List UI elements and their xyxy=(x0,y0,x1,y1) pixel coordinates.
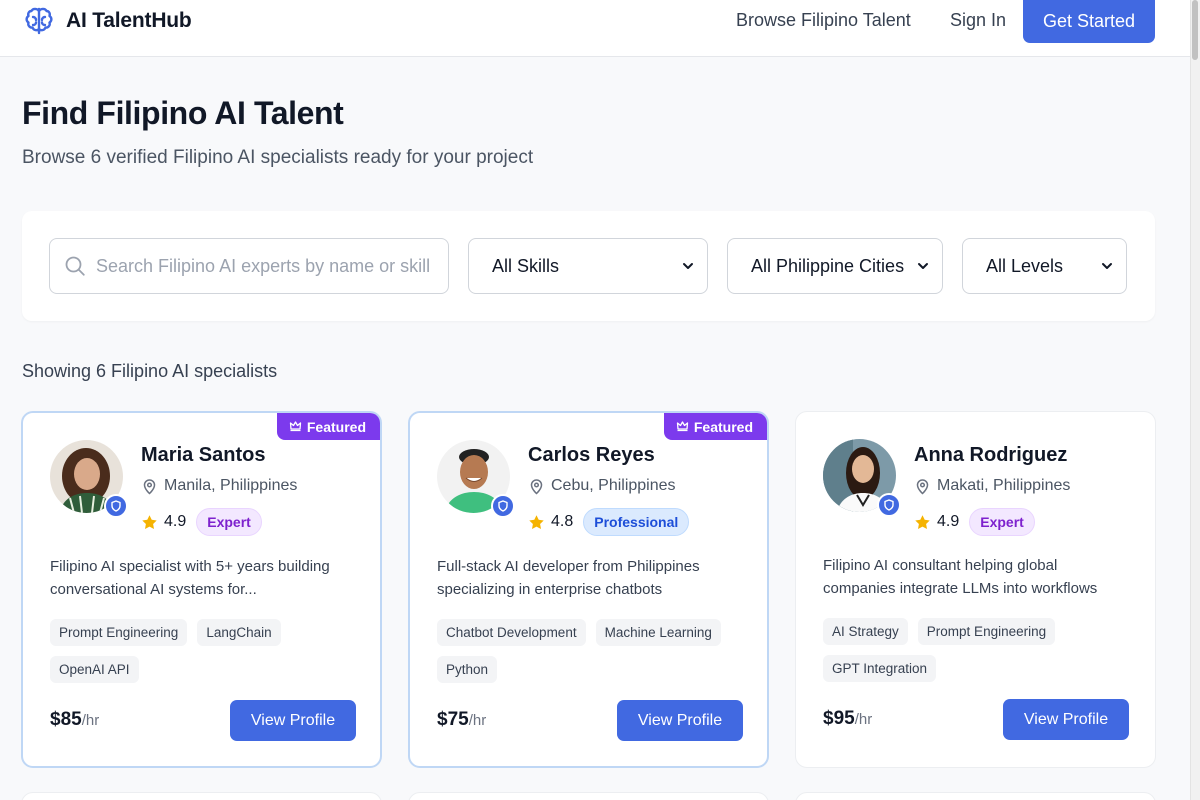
star-icon xyxy=(142,514,157,529)
hourly-rate: $75/hr xyxy=(437,709,486,731)
page-scrollbar[interactable] xyxy=(1190,0,1200,800)
chevron-down-icon xyxy=(918,263,928,269)
talent-rating: 4.9 Expert xyxy=(141,508,262,536)
star-icon xyxy=(529,514,544,529)
view-profile-button[interactable]: View Profile xyxy=(230,700,356,741)
price-value: $75 xyxy=(437,709,469,730)
map-pin-icon xyxy=(916,478,929,495)
skill-tag: LangChain xyxy=(197,619,281,646)
skill-tag: Machine Learning xyxy=(595,619,721,646)
price-unit: /hr xyxy=(81,712,100,729)
avatar xyxy=(437,440,515,518)
hourly-rate: $85/hr xyxy=(50,709,99,731)
price-unit: /hr xyxy=(468,712,487,729)
level-badge: Professional xyxy=(583,508,690,536)
cities-select-value: All Philippine Cities xyxy=(751,255,905,276)
rating-value: 4.9 xyxy=(937,513,960,530)
skill-tags: Prompt Engineering LangChain OpenAI API xyxy=(50,619,360,683)
page-title: Find Filipino AI Talent xyxy=(22,95,344,131)
talent-description: Full-stack AI developer from Philippines… xyxy=(437,558,700,598)
skill-tag: Python xyxy=(437,656,498,683)
skills-select-value: All Skills xyxy=(492,255,560,276)
search-box[interactable] xyxy=(49,238,449,294)
brand-logo[interactable]: AI TalentHub xyxy=(22,2,192,40)
brain-icon xyxy=(25,7,53,35)
talent-card-partial[interactable] xyxy=(21,792,382,800)
location-text: Makati, Philippines xyxy=(937,477,1071,494)
rating-value: 4.9 xyxy=(164,513,187,530)
skill-tags: Chatbot Development Machine Learning Pyt… xyxy=(437,619,747,683)
talent-name: Maria Santos xyxy=(141,444,266,466)
levels-select[interactable]: All Levels xyxy=(962,238,1127,294)
featured-label: Featured xyxy=(693,418,753,435)
talent-location: Cebu, Philippines xyxy=(528,477,676,495)
price-value: $95 xyxy=(823,708,855,729)
verified-badge xyxy=(104,494,128,518)
results-count: Showing 6 Filipino AI specialists xyxy=(22,361,278,381)
featured-label: Featured xyxy=(306,418,366,435)
rating-value: 4.8 xyxy=(551,513,574,530)
nav-sign-in-link[interactable]: Sign In xyxy=(950,10,1006,31)
search-icon xyxy=(65,256,85,276)
level-badge: Expert xyxy=(196,508,262,536)
levels-select-value: All Levels xyxy=(986,255,1064,276)
talent-card[interactable]: Featured Carlos Reyes Cebu, Philippines … xyxy=(408,411,769,768)
talent-location: Makati, Philippines xyxy=(914,477,1070,495)
location-text: Manila, Philippines xyxy=(164,477,298,494)
skill-tag: Prompt Engineering xyxy=(50,619,188,646)
talent-card-partial[interactable] xyxy=(408,792,769,800)
get-started-button[interactable]: Get Started xyxy=(1023,0,1155,43)
price-value: $85 xyxy=(50,709,82,730)
scrollbar-thumb[interactable] xyxy=(1192,0,1198,60)
skill-tag: OpenAI API xyxy=(50,656,139,683)
shield-icon xyxy=(111,500,121,512)
shield-icon xyxy=(884,499,894,511)
talent-description: Filipino AI specialist with 5+ years bui… xyxy=(50,558,330,598)
view-profile-button[interactable]: View Profile xyxy=(617,700,743,741)
avatar xyxy=(50,440,128,518)
skills-select[interactable]: All Skills xyxy=(468,238,708,294)
crown-icon xyxy=(676,421,689,432)
avatar xyxy=(823,439,901,517)
map-pin-icon xyxy=(143,478,156,495)
cities-select[interactable]: All Philippine Cities xyxy=(727,238,943,294)
talent-name: Carlos Reyes xyxy=(528,444,655,466)
talent-location: Manila, Philippines xyxy=(141,477,297,495)
verified-badge xyxy=(491,494,515,518)
skill-tag: Prompt Engineering xyxy=(917,618,1056,645)
talent-description: Filipino AI consultant helping global co… xyxy=(823,557,1098,597)
star-icon xyxy=(915,514,930,529)
crown-icon xyxy=(289,421,302,432)
verified-badge xyxy=(877,493,901,517)
talent-rating: 4.8 Professional xyxy=(528,508,690,536)
skill-tag: GPT Integration xyxy=(823,655,937,682)
brand-name: AI TalentHub xyxy=(66,9,192,32)
nav-browse-talent-link[interactable]: Browse Filipino Talent xyxy=(736,10,911,31)
search-input[interactable] xyxy=(96,255,436,277)
shield-icon xyxy=(498,500,508,512)
hourly-rate: $95/hr xyxy=(823,708,872,730)
talent-card-partial[interactable] xyxy=(795,792,1156,800)
skill-tag: AI Strategy xyxy=(823,618,908,645)
talent-card[interactable]: Anna Rodriguez Makati, Philippines 4.9 E… xyxy=(795,411,1156,768)
talent-card[interactable]: Featured Maria Santos Manila, Philippine… xyxy=(21,411,382,768)
skill-tags: AI Strategy Prompt Engineering GPT Integ… xyxy=(823,618,1133,682)
map-pin-icon xyxy=(530,478,543,495)
chevron-down-icon xyxy=(1102,263,1112,269)
price-unit: /hr xyxy=(854,711,873,728)
top-navigation-bar: AI TalentHub Browse Filipino Talent Sign… xyxy=(0,0,1190,57)
featured-badge: Featured xyxy=(663,413,767,440)
featured-badge: Featured xyxy=(276,413,380,440)
chevron-down-icon xyxy=(683,263,693,269)
skill-tag: Chatbot Development xyxy=(437,619,586,646)
talent-rating: 4.9 Expert xyxy=(914,508,1035,536)
view-profile-button[interactable]: View Profile xyxy=(1003,699,1129,740)
location-text: Cebu, Philippines xyxy=(551,477,676,494)
filter-panel: All Skills All Philippine Cities All Lev… xyxy=(22,211,1155,321)
talent-name: Anna Rodriguez xyxy=(914,444,1068,466)
level-badge: Expert xyxy=(969,508,1035,536)
page-subtitle: Browse 6 verified Filipino AI specialist… xyxy=(22,147,534,168)
